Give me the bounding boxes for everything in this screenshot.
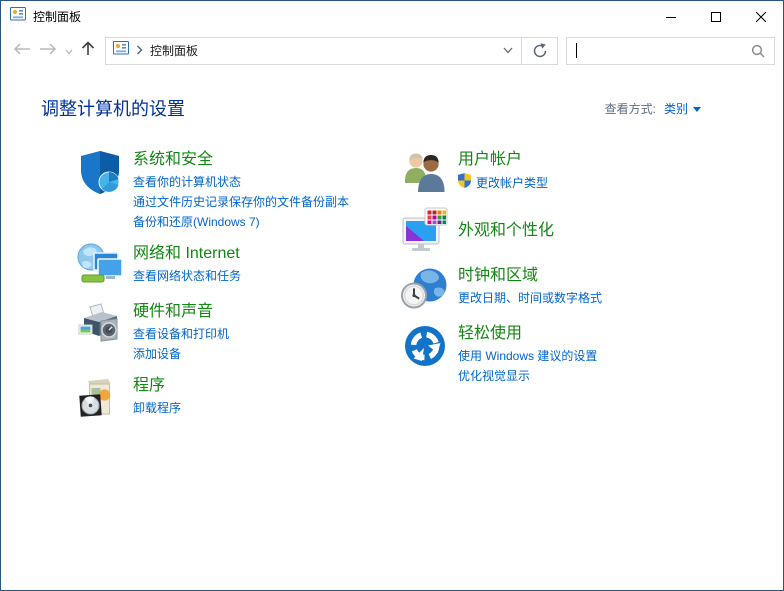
breadcrumb-control-panel-icon: [113, 40, 129, 61]
maximize-button[interactable]: [693, 1, 738, 32]
program-box-icon[interactable]: [76, 374, 124, 422]
task-suggested-settings[interactable]: 使用 Windows 建议的设置: [458, 346, 597, 366]
printer-sound-icon[interactable]: [76, 300, 124, 348]
category-title-programs[interactable]: 程序: [133, 375, 181, 396]
nav-controls: [1, 40, 105, 61]
network-globe-icon[interactable]: [76, 242, 124, 290]
ease-of-access-icon[interactable]: [401, 322, 449, 370]
dropdown-caret-icon: [693, 107, 701, 112]
control-panel-window: 控制面板: [0, 0, 784, 591]
recent-pages-button[interactable]: [65, 42, 73, 60]
forward-button[interactable]: [39, 42, 57, 60]
uac-shield-icon: [458, 173, 471, 193]
title-bar: 控制面板: [1, 1, 783, 32]
category-clock-region: 时钟和区域 更改日期、时间或数字格式: [401, 264, 726, 312]
clock-region-icon[interactable]: [401, 264, 449, 312]
category-hardware-sound: 硬件和声音 查看设备和打印机 添加设备: [76, 300, 401, 364]
task-check-computer-status[interactable]: 查看你的计算机状态: [133, 172, 349, 192]
category-title-clock-region[interactable]: 时钟和区域: [458, 265, 602, 286]
chevron-down-icon: [503, 47, 513, 54]
task-view-devices-printers[interactable]: 查看设备和打印机: [133, 324, 229, 344]
refresh-icon: [532, 43, 548, 59]
category-columns: 系统和安全 查看你的计算机状态 通过文件历史记录保存你的文件备份副本 备份和还原…: [41, 148, 783, 432]
task-change-account-type[interactable]: 更改帐户类型: [458, 172, 548, 194]
back-button[interactable]: [13, 42, 31, 60]
view-by-value[interactable]: 类别: [664, 100, 688, 117]
category-programs: 程序 卸载程序: [76, 374, 401, 422]
task-uninstall-program[interactable]: 卸载程序: [133, 398, 181, 418]
minimize-icon: [666, 12, 676, 22]
category-title-system-security[interactable]: 系统和安全: [133, 149, 349, 170]
user-accounts-icon[interactable]: [401, 148, 449, 196]
category-title-appearance-personalization[interactable]: 外观和个性化: [458, 220, 554, 241]
task-view-network-status[interactable]: 查看网络状态和任务: [133, 266, 241, 286]
back-arrow-icon: [13, 43, 31, 55]
category-title-hardware-sound[interactable]: 硬件和声音: [133, 301, 229, 322]
navigation-bar: 控制面板: [1, 32, 783, 69]
window-title: 控制面板: [33, 8, 648, 25]
view-by-dropdown[interactable]: 类别: [664, 100, 701, 117]
close-icon: [756, 12, 766, 22]
page-header: 调整计算机的设置 查看方式: 类别: [41, 95, 783, 121]
task-optimize-visual-display[interactable]: 优化视觉显示: [458, 366, 597, 386]
view-by-label: 查看方式:: [605, 100, 656, 117]
search-box: [566, 37, 775, 65]
category-system-security: 系统和安全 查看你的计算机状态 通过文件历史记录保存你的文件备份副本 备份和还原…: [76, 148, 401, 232]
up-button[interactable]: [81, 40, 95, 61]
up-arrow-icon: [81, 40, 95, 56]
close-button[interactable]: [738, 1, 783, 32]
view-by-control: 查看方式: 类别: [605, 100, 701, 117]
control-panel-icon: [10, 6, 26, 27]
forward-arrow-icon: [39, 43, 57, 55]
page-title: 调整计算机的设置: [41, 95, 185, 121]
security-shield-icon[interactable]: [76, 148, 124, 196]
task-add-device[interactable]: 添加设备: [133, 344, 229, 364]
category-title-ease-of-access[interactable]: 轻松使用: [458, 323, 597, 344]
task-backup-restore-win7[interactable]: 备份和还原(Windows 7): [133, 212, 349, 232]
task-file-history-backup[interactable]: 通过文件历史记录保存你的文件备份副本: [133, 192, 349, 212]
category-user-accounts: 用户帐户 更改帐户类型: [401, 148, 726, 196]
content-area: 调整计算机的设置 查看方式: 类别: [1, 69, 783, 432]
breadcrumb-separator-chevron-icon[interactable]: [136, 42, 143, 60]
category-title-user-accounts[interactable]: 用户帐户: [458, 149, 548, 170]
left-column: 系统和安全 查看你的计算机状态 通过文件历史记录保存你的文件备份副本 备份和还原…: [76, 148, 401, 432]
category-appearance-personalization: 外观和个性化: [401, 206, 726, 254]
task-change-date-time-format[interactable]: 更改日期、时间或数字格式: [458, 288, 602, 308]
breadcrumb[interactable]: 控制面板: [106, 38, 495, 64]
right-column: 用户帐户 更改帐户类型: [401, 148, 726, 432]
category-title-network-internet[interactable]: 网络和 Internet: [133, 243, 241, 264]
search-input[interactable]: [577, 38, 747, 64]
maximize-icon: [711, 12, 721, 22]
chevron-down-icon: [65, 49, 73, 55]
search-icon[interactable]: [751, 44, 765, 58]
appearance-icon[interactable]: [401, 206, 449, 254]
address-dropdown-button[interactable]: [495, 38, 521, 64]
refresh-button[interactable]: [521, 38, 557, 64]
category-ease-of-access: 轻松使用 使用 Windows 建议的设置 优化视觉显示: [401, 322, 726, 386]
category-network-internet: 网络和 Internet 查看网络状态和任务: [76, 242, 401, 290]
minimize-button[interactable]: [648, 1, 693, 32]
breadcrumb-item-control-panel[interactable]: 控制面板: [150, 42, 198, 59]
address-bar: 控制面板: [105, 37, 558, 65]
